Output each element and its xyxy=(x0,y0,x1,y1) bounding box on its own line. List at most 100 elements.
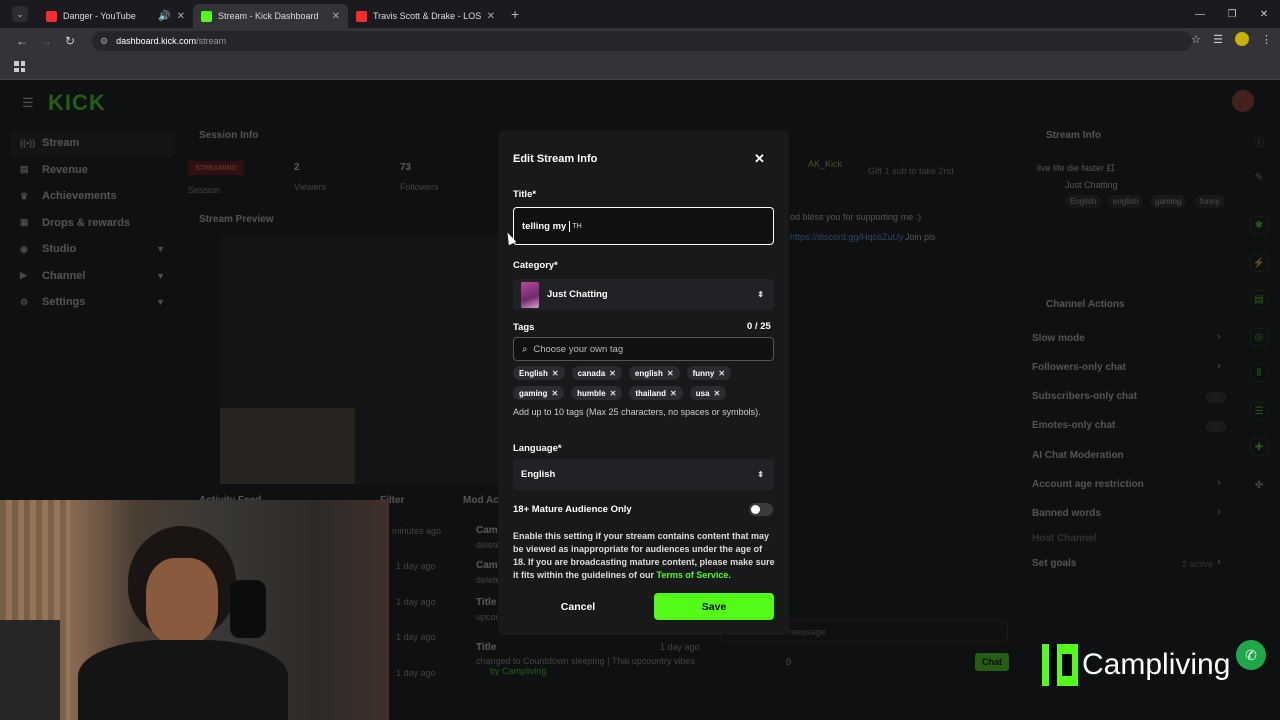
reload-icon[interactable]: ↻ xyxy=(58,34,82,48)
terms-of-service-link[interactable]: Terms of Service. xyxy=(657,570,731,580)
info-icon[interactable]: ⓘ xyxy=(1250,132,1268,150)
queue-icon[interactable]: ☰ xyxy=(1250,402,1268,420)
sidebar-item-studio[interactable]: ◉ Studio ▼ xyxy=(10,236,175,263)
bookmark-star-icon[interactable]: ☆ xyxy=(1191,33,1201,46)
ai-moderation-item[interactable]: AI Chat Moderation xyxy=(1032,450,1124,461)
chat-bubble-icon[interactable]: ◎ xyxy=(1250,328,1268,346)
close-tab-icon[interactable]: ✕ xyxy=(487,11,495,22)
remove-tag-icon[interactable]: ✕ xyxy=(552,369,559,378)
browser-tab-active[interactable]: Stream - Kick Dashboard ✕ xyxy=(193,4,348,28)
list-icon[interactable]: ▤ xyxy=(1250,290,1268,308)
sidebar-item-stream[interactable]: ((•)) Stream xyxy=(10,130,175,157)
streaming-badge: STREAMING xyxy=(188,161,244,175)
browser-tab[interactable]: Travis Scott & Drake - LOST IT ✕ xyxy=(348,4,503,28)
tag-pill[interactable]: English ✕ xyxy=(513,366,565,380)
back-icon[interactable]: ← xyxy=(10,34,34,48)
tag-pill[interactable]: gaming ✕ xyxy=(513,386,565,400)
close-tab-icon[interactable]: ✕ xyxy=(177,11,185,22)
host-channel-item[interactable]: Host Channel xyxy=(1032,533,1096,544)
revenue-icon: ▤ xyxy=(20,164,29,175)
chat-username[interactable]: AK_Kick xyxy=(808,159,842,169)
remove-tag-icon[interactable]: ✕ xyxy=(718,369,725,378)
remove-tag-icon[interactable]: ✕ xyxy=(551,389,558,398)
url-field[interactable]: ⚙ dashboard.kick.com/stream xyxy=(92,31,1192,51)
reading-list-icon[interactable]: ☰ xyxy=(1213,33,1223,46)
sidebar-item-revenue[interactable]: ▤ Revenue xyxy=(10,157,175,184)
close-icon[interactable]: ✕ xyxy=(754,151,765,167)
minimize-icon[interactable]: — xyxy=(1184,0,1216,28)
edit-stream-info-modal: Edit Stream Info ✕ Title* telling my TH … xyxy=(498,130,789,635)
save-button[interactable]: Save xyxy=(654,593,774,620)
edit-icon[interactable]: ✎ xyxy=(1250,168,1268,186)
emotes-only-toggle[interactable] xyxy=(1206,421,1226,432)
viewers-count: 2 xyxy=(294,162,300,173)
category-select[interactable]: Just Chatting ⬍ xyxy=(513,279,774,310)
category-label: Category* xyxy=(513,260,558,271)
chevron-down-icon: ▼ xyxy=(156,244,165,255)
tag-pill[interactable]: usa ✕ xyxy=(689,386,727,400)
chevron-down-icon: ▼ xyxy=(156,270,165,281)
bookmarks-bar xyxy=(0,54,1280,80)
preview-webcam xyxy=(220,408,355,484)
browser-tab-bar: ⌄ Danger - YouTube 🔊 ✕ Stream - Kick Das… xyxy=(0,0,1280,28)
emotes-only-item[interactable]: Emotes-only chat xyxy=(1032,420,1115,431)
chevron-right-icon: › xyxy=(1217,477,1221,489)
tab-search-icon[interactable]: ⌄ xyxy=(12,6,28,22)
browser-tab[interactable]: Danger - YouTube 🔊 ✕ xyxy=(38,4,193,28)
trophy-icon: ♛ xyxy=(20,190,29,201)
toggle-knob xyxy=(751,505,760,514)
bolt-icon[interactable]: ⚡ xyxy=(1250,254,1268,272)
restore-icon[interactable]: ❐ xyxy=(1216,0,1248,28)
language-select[interactable]: English ⬍ xyxy=(513,459,774,490)
support-chat-icon[interactable]: ✆ xyxy=(1236,640,1266,670)
remove-tag-icon[interactable]: ✕ xyxy=(670,389,677,398)
tag-pill[interactable]: canada ✕ xyxy=(571,366,622,380)
sidebar-item-achievements[interactable]: ♛ Achievements xyxy=(10,183,175,210)
headset xyxy=(230,580,266,638)
site-info-icon[interactable]: ⚙ xyxy=(100,36,108,47)
text-caret xyxy=(569,220,571,232)
remove-tag-icon[interactable]: ✕ xyxy=(610,389,617,398)
remove-tag-icon[interactable]: ✕ xyxy=(609,369,616,378)
sidebar: ((•)) Stream ▤ Revenue ♛ Achievements ▣ Drop… xyxy=(10,130,175,316)
sidebar-item-channel[interactable]: ▶ Channel ▼ xyxy=(10,263,175,290)
mature-toggle[interactable] xyxy=(749,503,773,516)
tag-pill[interactable]: funny ✕ xyxy=(686,366,732,380)
tag-pill[interactable]: humble ✕ xyxy=(571,386,623,400)
sidebar-item-settings[interactable]: ⚙ Settings ▼ xyxy=(10,289,175,316)
chevron-right-icon: › xyxy=(1217,506,1221,518)
subscribers-only-toggle[interactable] xyxy=(1206,392,1226,403)
tag-pill[interactable]: thailand ✕ xyxy=(629,386,683,400)
kick-logo[interactable]: KICK xyxy=(48,90,106,116)
browser-menu-icon[interactable]: ⋮ xyxy=(1261,33,1272,46)
extensions-icon[interactable]: ✤ xyxy=(1250,476,1268,494)
close-tab-icon[interactable]: ✕ xyxy=(332,11,340,22)
account-age-item[interactable]: Account age restriction xyxy=(1032,479,1144,490)
forward-icon[interactable]: → xyxy=(34,34,58,48)
slow-mode-item[interactable]: Slow mode xyxy=(1032,333,1085,344)
audio-icon[interactable]: ⦀ xyxy=(1250,364,1268,382)
close-window-icon[interactable]: ✕ xyxy=(1248,0,1280,28)
new-tab-icon[interactable]: + xyxy=(511,6,519,22)
banned-words-item[interactable]: Banned words xyxy=(1032,508,1101,519)
tag-search-input[interactable]: ⌕ Choose your own tag xyxy=(513,337,774,361)
profile-avatar[interactable] xyxy=(1235,32,1249,46)
remove-tag-icon[interactable]: ✕ xyxy=(713,389,720,398)
user-avatar[interactable] xyxy=(1232,90,1254,112)
tag-pill[interactable]: english ✕ xyxy=(628,366,680,380)
set-goals-item[interactable]: Set goals xyxy=(1032,558,1076,569)
hamburger-icon[interactable]: ☰ xyxy=(22,95,34,111)
tag-count: 0 / 25 xyxy=(747,321,771,332)
subscribers-only-item[interactable]: Subscribers-only chat xyxy=(1032,391,1137,402)
cancel-button[interactable]: Cancel xyxy=(513,593,643,620)
followers-only-item[interactable]: Followers-only chat xyxy=(1032,362,1126,373)
chat-send-button[interactable]: Chat xyxy=(975,653,1009,671)
sidebar-item-drops[interactable]: ▣ Drops & rewards xyxy=(10,210,175,237)
speaker-icon[interactable]: 🔊 xyxy=(158,11,170,22)
title-input[interactable]: telling my TH xyxy=(513,207,774,245)
apps-grid-icon[interactable] xyxy=(14,61,25,72)
remove-tag-icon[interactable]: ✕ xyxy=(667,369,674,378)
campliving-watermark: Campliving xyxy=(1042,644,1230,686)
bot-icon[interactable]: ✱ xyxy=(1250,216,1268,234)
tools-icon[interactable]: ✚ xyxy=(1250,438,1268,456)
